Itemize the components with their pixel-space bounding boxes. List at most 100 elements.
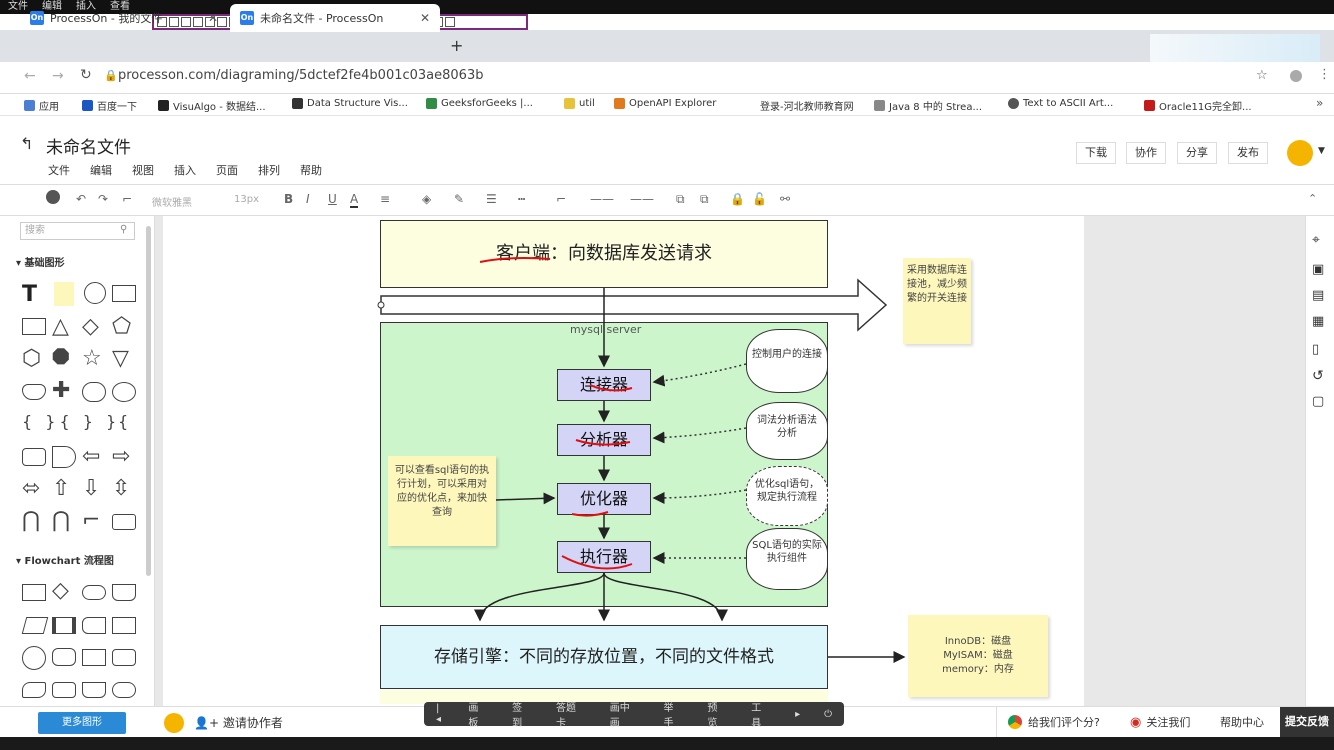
meeting-item-tools[interactable]: 工具 (751, 699, 771, 729)
forward-arrow-icon[interactable]: → (52, 68, 64, 84)
menu-page[interactable]: 页面 (216, 162, 238, 178)
delay-shape[interactable] (52, 446, 76, 468)
brace-shapes[interactable]: { }{ } } (22, 412, 120, 431)
menu-view[interactable]: 视图 (132, 162, 154, 178)
url-input[interactable]: processon.com/diagraming/5dctef2fe4b001c… (118, 68, 483, 83)
history-icon[interactable]: ↺ (1312, 368, 1324, 384)
font-size-select[interactable]: 13px (234, 194, 259, 205)
terminator-shape[interactable] (82, 585, 106, 600)
u-turn-shape[interactable]: ⋂ (52, 508, 70, 533)
avatar[interactable] (164, 713, 184, 733)
ellipse-shape[interactable] (112, 382, 136, 402)
rate-us-link[interactable]: 给我们评个分? (1008, 714, 1100, 730)
line-style-icon[interactable]: ┅ (518, 192, 525, 206)
share-button[interactable]: 分享 (1177, 142, 1217, 164)
data-icon[interactable]: ▦ (1312, 314, 1324, 329)
close-icon[interactable]: ✕ (420, 11, 430, 25)
display-shape[interactable] (52, 682, 76, 698)
brace-shape[interactable]: { (118, 412, 128, 431)
underline-icon[interactable]: U (328, 192, 337, 206)
rounded-rect-shape[interactable] (112, 514, 136, 530)
tab-processon-files[interactable]: On ProcessOn - 我的文件 ✕ (20, 4, 228, 32)
download-button[interactable]: 下载 (1076, 142, 1116, 164)
avatar[interactable] (1287, 140, 1313, 166)
end-arrow-icon[interactable]: —— (630, 192, 654, 206)
octagon-shape[interactable]: ⯃ (52, 346, 70, 371)
back-icon[interactable]: ↰ (20, 134, 33, 153)
hexagon-shape[interactable]: ⬡ (22, 346, 41, 371)
meeting-item-checkin[interactable]: 签到 (512, 699, 532, 729)
profile-icon[interactable] (1290, 70, 1302, 82)
bookmark-gfg[interactable]: GeeksforGeeks |... (426, 98, 533, 109)
format-painter-icon[interactable]: ⌐ (122, 192, 132, 206)
image-icon[interactable]: ▣ (1312, 262, 1324, 277)
star-shape[interactable]: ☆ (82, 346, 102, 371)
reload-icon[interactable]: ↻ (80, 67, 92, 83)
link-icon[interactable]: ⚯ (780, 192, 790, 206)
bookmark-oracle[interactable]: Oracle11G完全卸... (1144, 98, 1252, 113)
internal-storage-shape[interactable] (112, 617, 136, 634)
preparation-shape[interactable] (112, 682, 136, 698)
undo-icon[interactable]: ↶ (76, 192, 86, 206)
bookmark-apps[interactable]: 应用 (24, 98, 59, 113)
card-shape[interactable] (112, 649, 136, 666)
callout-shape[interactable] (22, 384, 46, 400)
bookmark-java8[interactable]: Java 8 中的 Strea... (874, 98, 982, 113)
rounded-rect-shape[interactable] (22, 448, 46, 466)
menu-help[interactable]: 帮助 (300, 162, 322, 178)
send-back-icon[interactable]: ⧉ (700, 192, 709, 207)
meeting-item-preview[interactable]: 预览 (707, 699, 727, 729)
document-icon[interactable]: ▯ (1312, 342, 1319, 357)
connector-icon[interactable]: ⌐ (556, 192, 566, 206)
data-shape[interactable] (21, 617, 49, 634)
collapse-icon[interactable]: ⌃ (1308, 192, 1317, 205)
manual-input-shape[interactable] (82, 649, 106, 666)
inverted-triangle-shape[interactable]: ▽ (112, 346, 129, 371)
line-width-icon[interactable]: ☰ (486, 192, 497, 206)
line-color-icon[interactable]: ✎ (454, 192, 464, 206)
play-icon[interactable]: ▸ (795, 709, 800, 720)
text-shape[interactable]: T (22, 282, 37, 307)
style-icon[interactable] (46, 190, 60, 204)
bookmark-visualgo[interactable]: VisuAlgo - 数据结... (158, 98, 266, 113)
meeting-item-answer-card[interactable]: 答题卡 (556, 699, 586, 729)
browser-menu-icon[interactable]: ⋮ (1318, 67, 1331, 82)
comment-icon[interactable]: ▢ (1312, 394, 1324, 409)
chevron-down-icon[interactable]: ▼ (1318, 146, 1325, 156)
document-shape[interactable] (112, 584, 136, 601)
navigator-icon[interactable]: ⌖ (1312, 232, 1320, 248)
tab-untitled-file[interactable]: On 未命名文件 - ProcessOn ✕ (230, 4, 440, 32)
lock-icon[interactable]: 🔒 (730, 192, 745, 206)
italic-icon[interactable]: I (306, 192, 310, 206)
star-icon[interactable]: ☆ (1256, 68, 1268, 83)
follow-us-link[interactable]: ◉ 关注我们 (1130, 714, 1190, 730)
bookmark-ds-vis[interactable]: Data Structure Vis... (292, 98, 408, 109)
arrow-right-shape[interactable]: ⇨ (112, 444, 130, 469)
decision-shape[interactable]: ◇ (52, 578, 69, 603)
search-icon[interactable]: ⚲ (120, 224, 127, 235)
feedback-button[interactable]: 提交反馈 (1280, 707, 1334, 737)
note-shape[interactable] (54, 282, 74, 306)
page-icon[interactable]: ▤ (1312, 288, 1324, 303)
bring-front-icon[interactable]: ⧉ (676, 192, 685, 207)
fill-color-icon[interactable]: ◈ (422, 192, 431, 206)
section-basic-shapes[interactable]: ▾ 基础图形 (16, 254, 65, 269)
panel-scrollbar[interactable] (146, 226, 151, 576)
connector-shape[interactable] (22, 646, 46, 670)
redo-icon[interactable]: ↷ (98, 192, 108, 206)
meeting-item-board[interactable]: 画板 (468, 699, 488, 729)
menu-arrange[interactable]: 排列 (258, 162, 280, 178)
font-color-icon[interactable]: A (350, 192, 359, 208)
u-turn-shape[interactable]: ⋂ (22, 508, 40, 533)
cross-shape[interactable]: ✚ (52, 378, 70, 403)
predefined-process-shape[interactable] (52, 617, 76, 634)
invite-collaborator[interactable]: 👤+ 邀请协作者 (194, 714, 283, 731)
manual-operation-shape[interactable] (82, 682, 106, 698)
meeting-handle-icon[interactable]: |◂ (436, 703, 444, 725)
circle-shape[interactable] (84, 282, 106, 304)
meeting-item-raise-hand[interactable]: 举手 (664, 699, 684, 729)
stored-data-shape[interactable] (82, 617, 106, 634)
bookmark-ascii[interactable]: Text to ASCII Art... (1008, 98, 1113, 109)
arrow-updown-shape[interactable]: ⇳ (112, 476, 130, 501)
process-shape[interactable] (22, 584, 46, 601)
